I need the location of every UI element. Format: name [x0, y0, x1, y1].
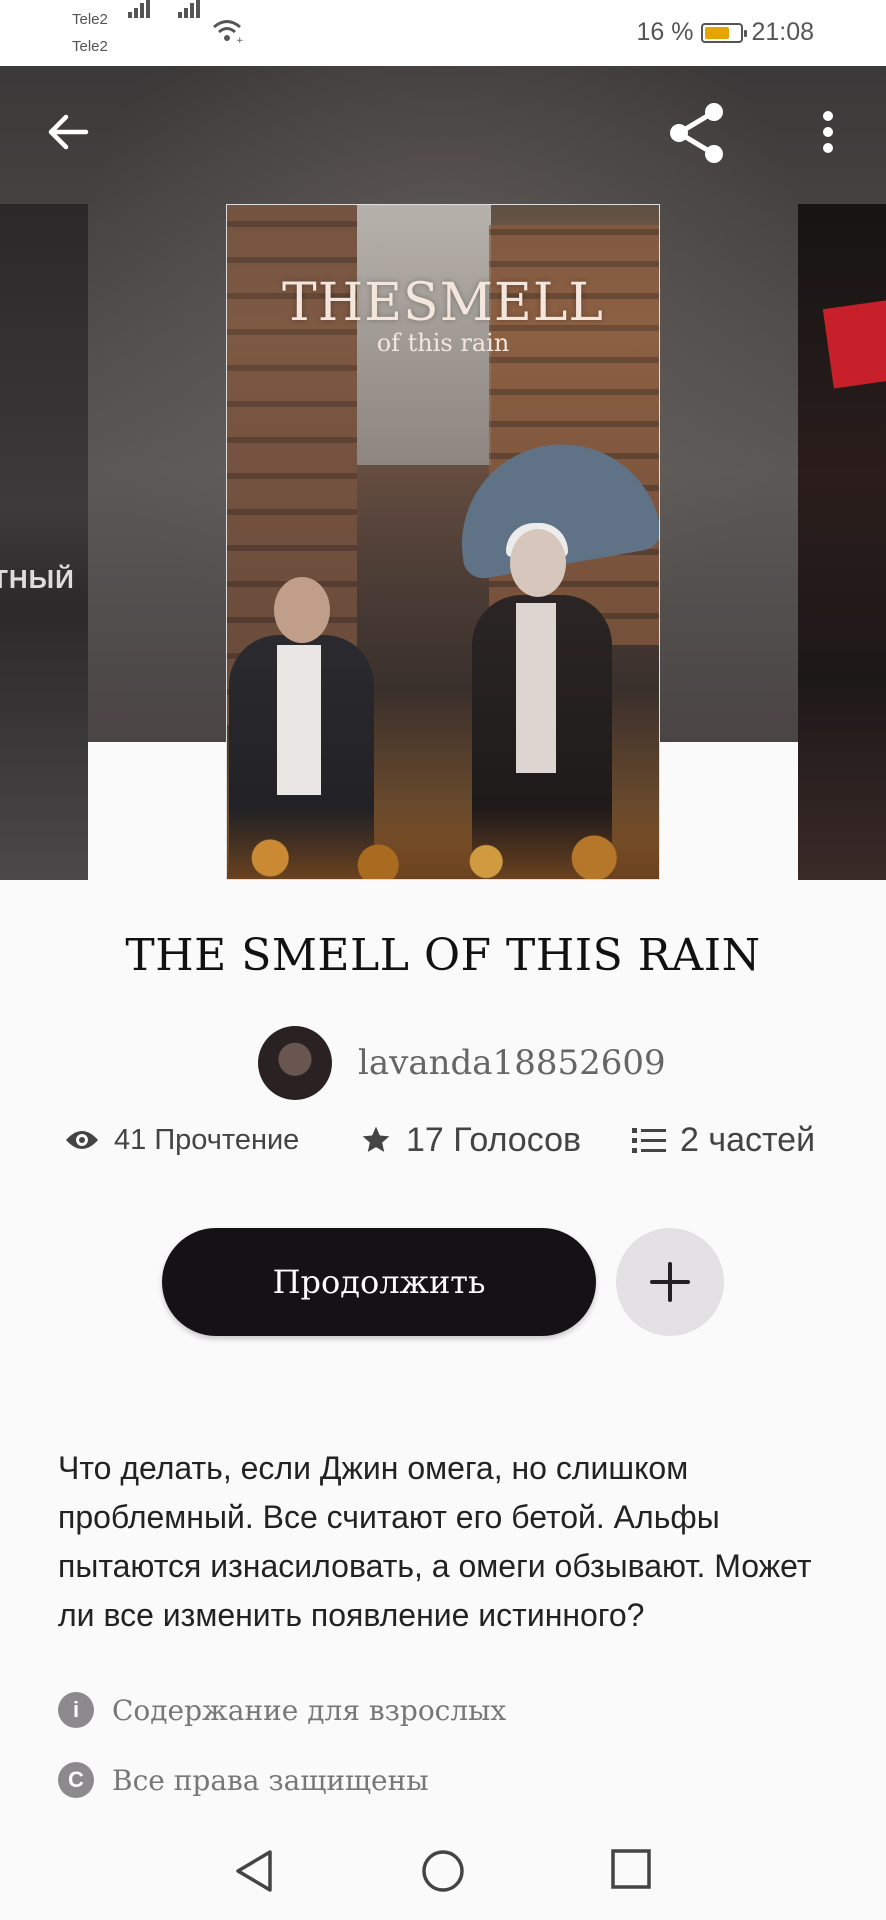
- list-icon: [632, 1128, 666, 1153]
- author-link[interactable]: lavanda18852609: [258, 1026, 666, 1100]
- copyright-label: C Все права защищены: [58, 1762, 429, 1798]
- votes-count: 17 Голосов: [406, 1120, 582, 1159]
- battery-icon: [701, 22, 748, 43]
- book-title: THE SMELL OF THIS RAIN: [125, 930, 761, 981]
- votes-stat: 17 Голосов: [360, 1121, 581, 1160]
- mature-content-text: Содержание для взрослых: [112, 1693, 507, 1727]
- wifi-icon: +: [212, 18, 246, 48]
- square-recents-icon: [611, 1849, 651, 1889]
- book-description: Что делать, если Джин омега, но слишком …: [58, 1450, 812, 1633]
- author-avatar[interactable]: [258, 1026, 332, 1100]
- star-icon: [362, 1126, 390, 1152]
- add-to-library-button[interactable]: [616, 1228, 724, 1336]
- clock: 21:08: [751, 18, 814, 46]
- nav-home-button[interactable]: [420, 1848, 466, 1898]
- info-icon: i: [58, 1692, 94, 1728]
- status-right: 16 % 21:08: [636, 18, 814, 47]
- copyright-text: Все права защищены: [112, 1763, 429, 1797]
- parts-stat: 2 частей: [632, 1121, 815, 1160]
- arrow-left-icon: [48, 114, 89, 150]
- parts-count: 2 частей: [680, 1120, 816, 1159]
- continue-reading-button[interactable]: Продолжить: [162, 1228, 596, 1336]
- more-vertical-icon: [823, 111, 833, 153]
- book-cover[interactable]: THESMELL of this rain: [226, 204, 660, 880]
- carrier-label-2: Tele2: [72, 38, 108, 55]
- cover-next[interactable]: [798, 204, 886, 880]
- share-button[interactable]: [666, 102, 728, 168]
- cover-title-art: THESMELL: [282, 273, 604, 333]
- nav-back-button[interactable]: [232, 1848, 276, 1898]
- copyright-icon: C: [58, 1762, 94, 1798]
- cover-previous[interactable]: ТНЫЙ: [0, 204, 88, 880]
- reads-stat: 41 Прочтение: [64, 1124, 299, 1157]
- system-nav-bar: [0, 1820, 886, 1920]
- back-button[interactable]: [46, 110, 90, 158]
- battery-percent: 16 %: [636, 18, 694, 46]
- author-name[interactable]: lavanda18852609: [358, 1043, 666, 1083]
- reads-count: 41 Прочтение: [114, 1123, 300, 1156]
- nav-recents-button[interactable]: [610, 1848, 652, 1894]
- more-options-button[interactable]: [818, 110, 838, 158]
- eye-icon: [66, 1131, 98, 1149]
- share-icon: [670, 103, 723, 163]
- status-bar: Tele2 Tele2 + 16 % 21:08: [0, 0, 886, 66]
- triangle-back-icon: [236, 1850, 272, 1892]
- carrier-label-1: Tele2: [72, 11, 108, 28]
- cover-previous-title: ТНЫЙ: [0, 564, 75, 594]
- cover-subtitle-art: of this rain: [376, 329, 510, 357]
- mature-content-label: i Содержание для взрослых: [58, 1692, 506, 1728]
- plus-icon: [650, 1262, 690, 1302]
- svg-text:+: +: [236, 36, 244, 44]
- circle-home-icon: [422, 1850, 464, 1892]
